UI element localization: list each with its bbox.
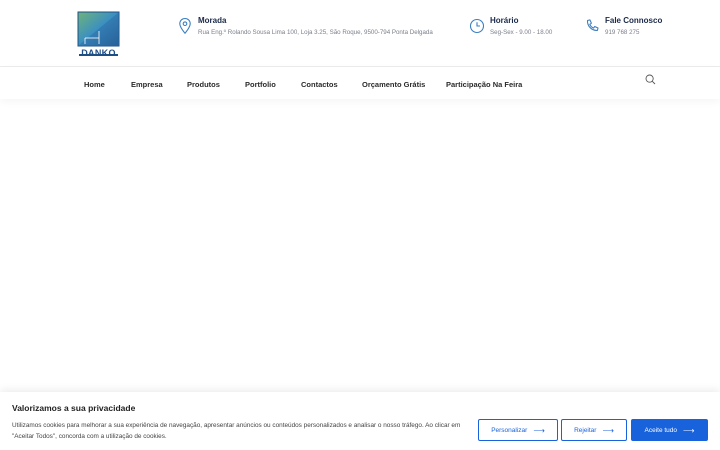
nav-item-home[interactable]: Home	[84, 80, 105, 89]
arrow-right-icon: ⟶	[602, 425, 614, 435]
nav-item-contactos[interactable]: Contactos	[301, 80, 338, 89]
arrow-right-icon: ⟶	[683, 425, 695, 435]
main-navigation: Home Empresa Produtos Portfolio Contacto…	[0, 67, 720, 99]
clock-icon	[469, 18, 485, 34]
hours-info: Horário Seg-Sex - 9.00 - 18.00	[469, 15, 552, 38]
nav-item-feira[interactable]: Participação Na Feira	[446, 80, 522, 89]
top-header: DANKO Morada Rua Eng.º Rolando Sousa Lim…	[0, 0, 720, 67]
address-value: Rua Eng.º Rolando Sousa Lima 100, Loja 3…	[198, 29, 433, 36]
danko-logo[interactable]: DANKO	[77, 11, 120, 59]
cookie-text: Utilizamos cookies para melhorar a sua e…	[12, 422, 461, 440]
contact-info: Fale Connosco 919 768 275	[584, 15, 662, 38]
cookie-consent-banner: Valorizamos a sua privacidade Utilizamos…	[0, 392, 720, 450]
nav-item-empresa[interactable]: Empresa	[131, 80, 163, 89]
map-pin-icon	[179, 17, 191, 35]
customize-button[interactable]: Personalizar ⟶	[478, 419, 558, 441]
accept-all-button[interactable]: Aceite tudo ⟶	[631, 419, 708, 441]
cookie-title: Valorizamos a sua privacidade	[12, 403, 136, 413]
customize-label: Personalizar	[491, 426, 528, 434]
address-title: Morada	[198, 16, 227, 25]
logo-text: DANKO	[81, 48, 116, 58]
phone-icon	[586, 19, 599, 31]
hours-value: Seg-Sex - 9.00 - 18.00	[490, 29, 553, 36]
reject-button[interactable]: Rejeitar ⟶	[561, 419, 627, 441]
search-icon[interactable]	[645, 74, 656, 85]
reject-label: Rejeitar	[574, 426, 597, 434]
address-info: Morada Rua Eng.º Rolando Sousa Lima 100,…	[177, 15, 433, 38]
nav-item-portfolio[interactable]: Portfolio	[245, 80, 276, 89]
contact-value[interactable]: 919 768 275	[605, 28, 662, 38]
hours-title: Horário	[490, 16, 519, 25]
contact-title: Fale Connosco	[605, 16, 663, 25]
arrow-right-icon: ⟶	[533, 425, 545, 435]
nav-item-orcamento[interactable]: Orçamento Grátis	[362, 80, 425, 89]
accept-label: Aceite tudo	[644, 426, 678, 434]
nav-item-produtos[interactable]: Produtos	[187, 80, 220, 89]
